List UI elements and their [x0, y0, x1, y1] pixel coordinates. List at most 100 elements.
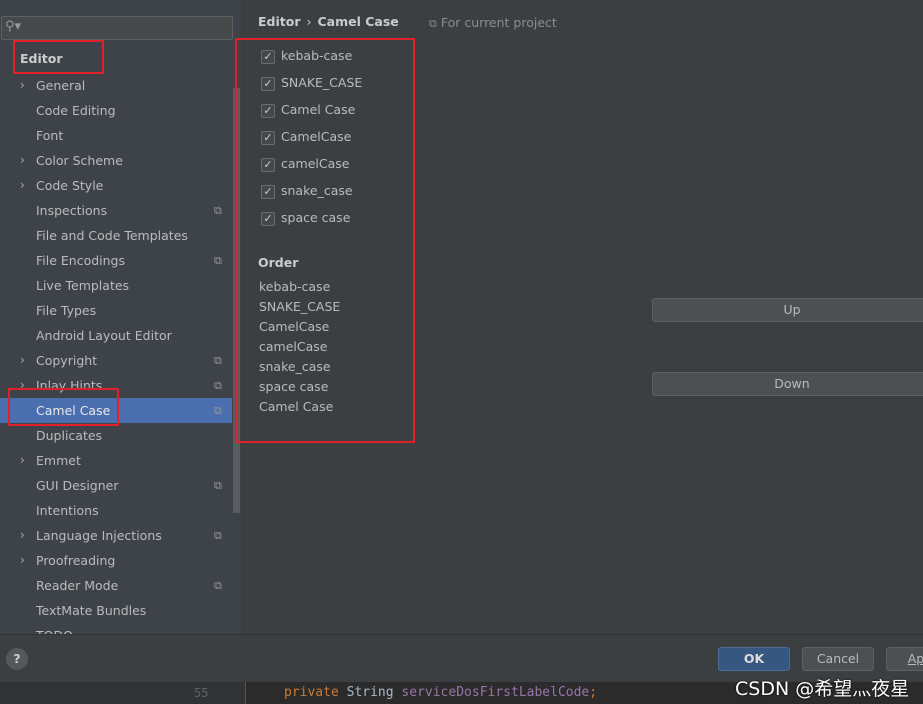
- sidebar-item-textmate-bundles[interactable]: TextMate Bundles: [0, 598, 232, 623]
- sidebar-item-label: Color Scheme: [36, 153, 123, 168]
- project-scope-icon: ⧉: [214, 404, 222, 417]
- sidebar-item-label: TODO: [36, 623, 73, 634]
- checkbox-label: kebab-case: [281, 48, 353, 63]
- checkbox-kebab-case[interactable]: ✓ kebab-case: [261, 46, 352, 66]
- order-list-item[interactable]: kebab-case: [259, 277, 330, 297]
- sidebar-item-label: File Encodings: [36, 253, 126, 268]
- chevron-right-icon[interactable]: ›: [20, 173, 25, 198]
- sidebar-item-code-style[interactable]: › Code Style: [0, 173, 232, 198]
- chevron-right-icon[interactable]: ›: [20, 73, 25, 98]
- apply-button[interactable]: Ap: [886, 647, 923, 671]
- sidebar-item-inspections[interactable]: Inspections ⧉: [0, 198, 232, 223]
- order-list-item[interactable]: Camel Case: [259, 397, 333, 417]
- chevron-right-icon[interactable]: ›: [20, 548, 25, 573]
- settings-sidebar: ⚲▾ Editor › General Code Editing Font › Color…: [0, 0, 241, 634]
- ok-button[interactable]: OK: [718, 647, 790, 671]
- sidebar-item-label: Inspections: [36, 203, 108, 218]
- sidebar-item-font[interactable]: Font: [0, 123, 232, 148]
- checkbox-label: Camel Case: [281, 102, 356, 117]
- sidebar-item-label: General: [36, 78, 86, 93]
- project-scope-icon: ⧉: [214, 579, 222, 592]
- checkbox-icon[interactable]: ✓: [261, 130, 275, 145]
- sidebar-item-label: Reader Mode: [36, 578, 119, 593]
- order-list-item[interactable]: SNAKE_CASE: [259, 297, 340, 317]
- sidebar-item-reader-mode[interactable]: Reader Mode ⧉: [0, 573, 232, 598]
- for-project-label: For current project: [440, 15, 557, 30]
- order-list-item[interactable]: CamelCase: [259, 317, 329, 337]
- checkbox-icon[interactable]: ✓: [261, 184, 275, 199]
- project-scope-icon: ⧉: [214, 254, 222, 267]
- sidebar-item-label: Live Templates: [36, 278, 130, 293]
- chevron-right-icon[interactable]: ›: [20, 523, 25, 548]
- sidebar-item-label: Android Layout Editor: [36, 328, 172, 343]
- sidebar-item-android-layout-editor[interactable]: Android Layout Editor: [0, 323, 232, 348]
- line-number: 55: [194, 686, 209, 700]
- checkbox-space case[interactable]: ✓ space case: [261, 208, 350, 228]
- code-line: private String serviceDosFirstLabelCode;: [284, 685, 597, 700]
- checkbox-Camel Case[interactable]: ✓ Camel Case: [261, 100, 355, 120]
- sidebar-item-color-scheme[interactable]: › Color Scheme: [0, 148, 232, 173]
- project-scope-icon: ⧉: [214, 479, 222, 492]
- sidebar-item-file-types[interactable]: File Types: [0, 298, 232, 323]
- chevron-right-icon[interactable]: ›: [20, 148, 25, 173]
- order-list-item[interactable]: space case: [259, 377, 328, 397]
- code-semicolon: ;: [589, 685, 598, 700]
- chevron-right-icon[interactable]: ›: [20, 448, 25, 473]
- sidebar-item-code-editing[interactable]: Code Editing: [0, 98, 232, 123]
- for-current-project: ⧉ For current project: [429, 15, 557, 31]
- settings-search-input[interactable]: ⚲▾: [1, 16, 233, 40]
- breadcrumb-editor[interactable]: Editor: [258, 14, 301, 29]
- code-keyword: private: [284, 685, 339, 700]
- sidebar-item-todo[interactable]: TODO: [0, 623, 232, 634]
- highlight-box: [8, 388, 119, 426]
- sidebar-item-label: TextMate Bundles: [36, 603, 147, 618]
- sidebar-item-label: Intentions: [36, 503, 99, 518]
- sidebar-item-duplicates[interactable]: Duplicates: [0, 423, 232, 448]
- down-button[interactable]: Down: [652, 372, 923, 396]
- checkbox-icon[interactable]: ✓: [261, 157, 275, 172]
- order-list-item[interactable]: snake_case: [259, 357, 331, 377]
- checkbox-SNAKE_CASE[interactable]: ✓ SNAKE_CASE: [261, 73, 362, 93]
- sidebar-item-language-injections[interactable]: › Language Injections ⧉: [0, 523, 232, 548]
- project-scope-icon: ⧉: [214, 379, 222, 392]
- checkbox-snake_case[interactable]: ✓ snake_case: [261, 181, 353, 201]
- sidebar-item-label: Emmet: [36, 453, 81, 468]
- project-scope-icon: ⧉: [214, 204, 222, 217]
- checkbox-icon[interactable]: ✓: [261, 103, 275, 118]
- code-type: String: [346, 685, 394, 700]
- sidebar-item-label: Proofreading: [36, 553, 116, 568]
- sidebar-item-proofreading[interactable]: › Proofreading: [0, 548, 232, 573]
- chevron-right-icon[interactable]: ›: [20, 348, 25, 373]
- checkbox-icon[interactable]: ✓: [261, 49, 275, 64]
- sidebar-item-file-encodings[interactable]: File Encodings ⧉: [0, 248, 232, 273]
- checkbox-camelCase[interactable]: ✓ camelCase: [261, 154, 349, 174]
- project-scope-icon: ⧉: [214, 529, 222, 542]
- sidebar-item-label: GUI Designer: [36, 478, 119, 493]
- breadcrumb-separator: ›: [306, 14, 312, 29]
- sidebar-item-general[interactable]: › General: [0, 73, 232, 98]
- order-title: Order: [258, 255, 299, 270]
- project-icon: ⧉: [429, 17, 437, 30]
- sidebar-item-label: File and Code Templates: [36, 228, 188, 243]
- sidebar-item-live-templates[interactable]: Live Templates: [0, 273, 232, 298]
- sidebar-item-file-and-code-templates[interactable]: File and Code Templates: [0, 223, 232, 248]
- up-button[interactable]: Up: [652, 298, 923, 322]
- sidebar-item-intentions[interactable]: Intentions: [0, 498, 232, 523]
- order-list-item[interactable]: camelCase: [259, 337, 327, 357]
- breadcrumb-current: Camel Case: [317, 14, 399, 29]
- section-editor[interactable]: Editor: [20, 51, 63, 66]
- checkbox-CamelCase[interactable]: ✓ CamelCase: [261, 127, 351, 147]
- sidebar-item-copyright[interactable]: › Copyright ⧉: [0, 348, 232, 373]
- sidebar-item-label: Code Style: [36, 178, 104, 193]
- sidebar-item-emmet[interactable]: › Emmet: [0, 448, 232, 473]
- checkbox-icon[interactable]: ✓: [261, 76, 275, 91]
- checkbox-label: CamelCase: [281, 129, 352, 144]
- checkbox-label: SNAKE_CASE: [281, 75, 363, 90]
- checkbox-icon[interactable]: ✓: [261, 211, 275, 226]
- help-button[interactable]: ?: [6, 648, 28, 670]
- gutter: [0, 682, 246, 704]
- sidebar-item-label: Copyright: [36, 353, 98, 368]
- cancel-button[interactable]: Cancel: [802, 647, 874, 671]
- sidebar-item-label: Duplicates: [36, 428, 103, 443]
- sidebar-item-gui-designer[interactable]: GUI Designer ⧉: [0, 473, 232, 498]
